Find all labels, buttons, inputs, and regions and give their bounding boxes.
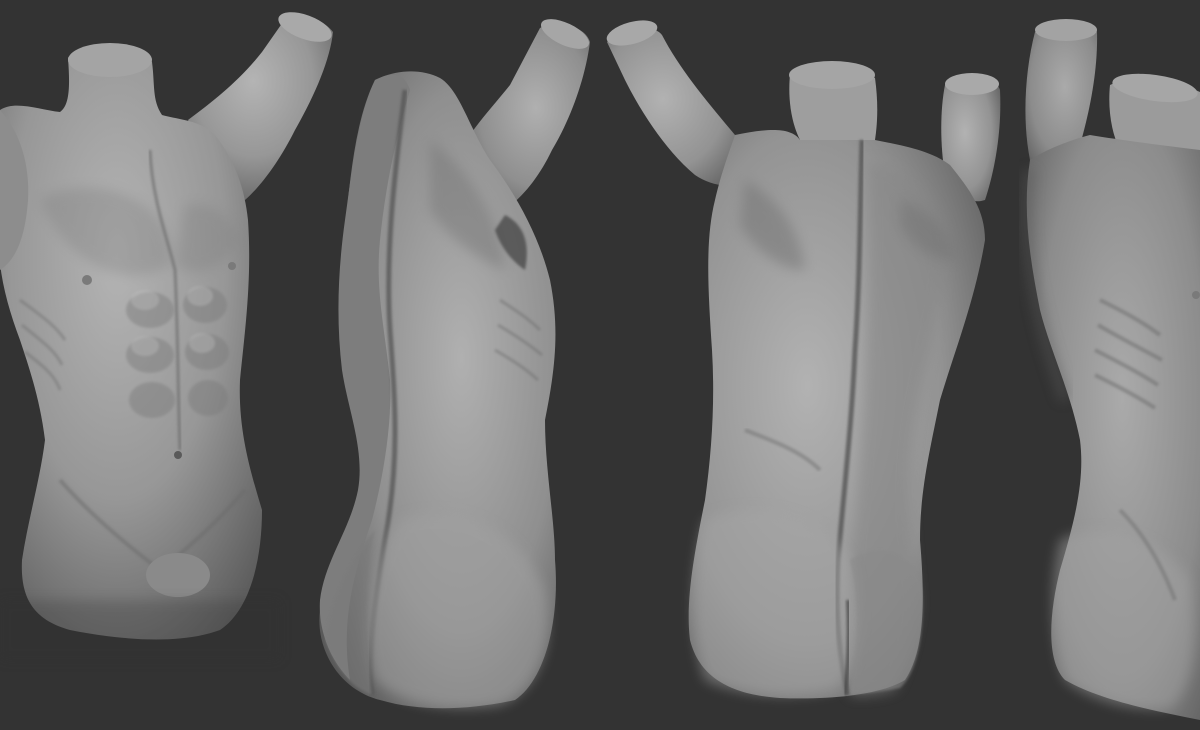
torso-back-right-view xyxy=(606,20,1001,699)
torso-side-view xyxy=(1021,19,1200,720)
torso-back-left-view xyxy=(319,19,590,709)
sculpt-viewport xyxy=(0,0,1200,730)
torso-renders xyxy=(0,12,1200,720)
torso-front-view xyxy=(0,12,333,660)
